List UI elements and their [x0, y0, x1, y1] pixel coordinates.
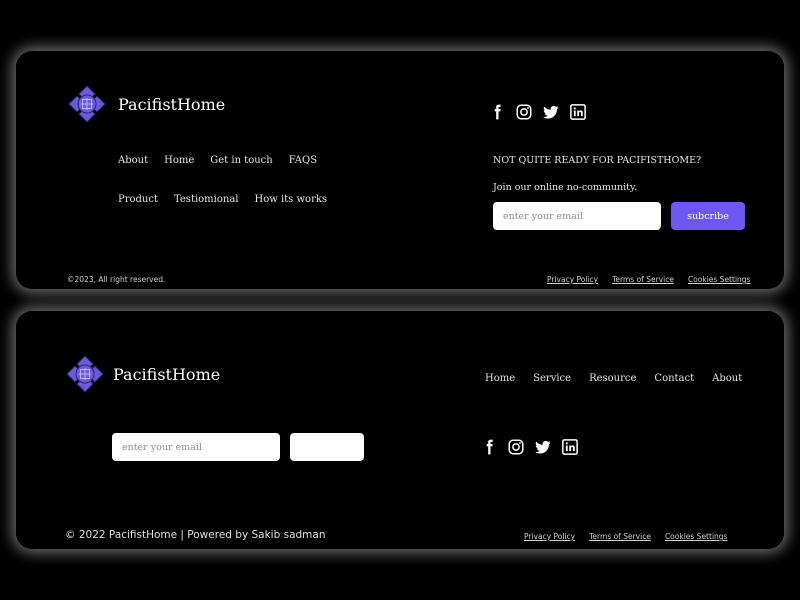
- email-input[interactable]: [112, 433, 280, 461]
- facebook-icon[interactable]: [480, 438, 498, 456]
- privacy-policy-link[interactable]: Privacy Policy: [524, 532, 575, 541]
- terms-of-service-link[interactable]: Terms of Service: [589, 532, 651, 541]
- nav-link-product[interactable]: Product: [118, 194, 158, 205]
- brand-name: PacifistHome: [113, 364, 221, 384]
- nav-link-get-in-touch[interactable]: Get in touch: [210, 155, 272, 166]
- twitter-icon[interactable]: [542, 103, 560, 121]
- nav-link-about[interactable]: About: [118, 155, 148, 166]
- nav-link-resource[interactable]: Resource: [589, 373, 636, 384]
- cookies-settings-link[interactable]: Cookies Settings: [665, 532, 728, 541]
- brand-name: PacifistHome: [118, 94, 226, 114]
- newsletter-heading: NOT QUITE READY FOR PACIFISTHOME?: [493, 155, 702, 166]
- nav-link-contact[interactable]: Contact: [654, 373, 694, 384]
- subscribe-button[interactable]: subcribe: [671, 202, 745, 230]
- logo[interactable]: PacifistHome: [65, 354, 220, 394]
- legal-links: Privacy Policy Terms of Service Cookies …: [524, 532, 727, 541]
- nav-link-about[interactable]: About: [712, 373, 742, 384]
- copyright: © 2022 PacifistHome | Powered by Sakib s…: [65, 529, 326, 541]
- social-links: [488, 103, 596, 121]
- facebook-icon[interactable]: [488, 103, 506, 121]
- copyright: ©2023, All right reserved.: [67, 275, 166, 284]
- terms-of-service-link[interactable]: Terms of Service: [612, 275, 674, 284]
- nav-link-home[interactable]: Home: [164, 155, 194, 166]
- footer-card-2: PacifistHome Home Service Resource Conta…: [16, 311, 784, 549]
- logo[interactable]: PacifistHome: [67, 84, 225, 124]
- nav-link-home[interactable]: Home: [485, 373, 515, 384]
- nav-link-testimonial[interactable]: Testiomional: [174, 194, 238, 205]
- cookies-settings-link[interactable]: Cookies Settings: [688, 275, 751, 284]
- lotus-logo-icon: [66, 355, 104, 393]
- instagram-icon[interactable]: [507, 438, 525, 456]
- email-input[interactable]: [493, 202, 661, 230]
- lotus-logo-icon: [68, 85, 106, 123]
- linkedin-icon[interactable]: [561, 438, 579, 456]
- footer-card-1: PacifistHome About Home Get in touch FAQ…: [16, 51, 784, 289]
- nav-link-how-it-works[interactable]: How its works: [254, 194, 327, 205]
- footer-nav-row-1: About Home Get in touch FAQS: [118, 155, 333, 166]
- twitter-icon[interactable]: [534, 438, 552, 456]
- footer-nav-row-2: Product Testiomional How its works: [118, 194, 343, 205]
- footer-nav: Home Service Resource Contact About: [485, 373, 760, 384]
- social-links: [480, 438, 588, 456]
- newsletter-subtext: Join our online no-community.: [493, 182, 638, 193]
- nav-link-faqs[interactable]: FAQS: [289, 155, 317, 166]
- linkedin-icon[interactable]: [569, 103, 587, 121]
- instagram-icon[interactable]: [515, 103, 533, 121]
- submit-button[interactable]: [290, 433, 364, 461]
- legal-links: Privacy Policy Terms of Service Cookies …: [547, 275, 750, 284]
- privacy-policy-link[interactable]: Privacy Policy: [547, 275, 598, 284]
- nav-link-service[interactable]: Service: [533, 373, 571, 384]
